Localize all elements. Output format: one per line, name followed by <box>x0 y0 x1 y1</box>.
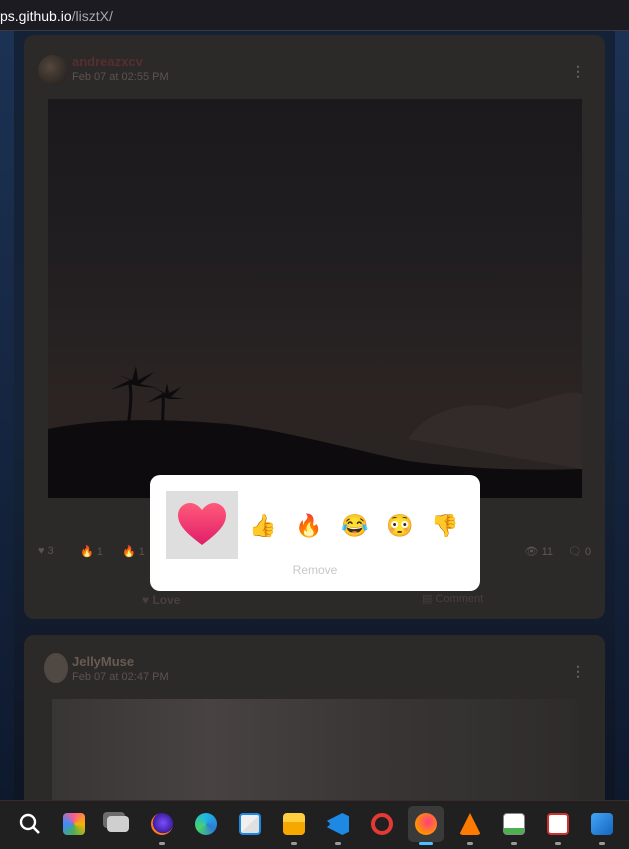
url-text[interactable]: ps.github.io/lisztX/ <box>0 8 113 24</box>
running-indicator <box>335 842 341 845</box>
taskbar-vscode[interactable] <box>320 806 356 845</box>
heart-icon <box>178 503 226 545</box>
running-indicator <box>511 842 517 845</box>
task-view-icon <box>107 816 129 832</box>
vlc-icon <box>459 813 481 835</box>
flushed-face-icon: 😳 <box>386 513 414 538</box>
paint-icon <box>591 813 613 835</box>
taskbar-snipping-tool[interactable] <box>540 806 576 845</box>
running-indicator <box>291 842 297 845</box>
reaction-option-laughing[interactable]: 😂 <box>333 491 377 561</box>
running-indicator <box>599 842 605 845</box>
taskbar <box>0 800 629 849</box>
taskbar-search[interactable] <box>12 806 48 842</box>
remove-reaction-button[interactable]: Remove <box>150 563 480 577</box>
browser-address-bar[interactable]: ps.github.io/lisztX/ <box>0 0 629 31</box>
taskbar-vlc[interactable] <box>452 806 488 845</box>
url-host: ps.github.io <box>0 8 72 24</box>
fire-icon: 🔥 <box>295 513 323 538</box>
search-icon <box>19 813 40 834</box>
reaction-option-fire[interactable]: 🔥 <box>287 491 331 561</box>
taskbar-paint[interactable] <box>584 806 620 845</box>
reaction-option-flushed[interactable]: 😳 <box>378 491 422 561</box>
url-path: /lisztX/ <box>71 8 113 24</box>
vscode-icon <box>327 813 349 835</box>
reaction-option-heart[interactable] <box>166 491 238 559</box>
firefox-active-icon <box>415 813 437 835</box>
file-explorer-icon <box>283 813 305 835</box>
taskbar-task-view[interactable] <box>100 806 136 842</box>
taskbar-notepad[interactable] <box>496 806 532 845</box>
taskbar-firefox[interactable] <box>144 806 180 845</box>
taskbar-store[interactable] <box>232 806 268 842</box>
notepad-icon <box>503 813 525 835</box>
reaction-option-thumbs-up[interactable]: 👍 <box>241 491 285 561</box>
opera-icon <box>371 813 393 835</box>
taskbar-file-explorer[interactable] <box>276 806 312 845</box>
copilot-icon <box>63 813 85 835</box>
laughing-icon: 😂 <box>341 513 369 538</box>
store-icon <box>239 813 261 835</box>
edge-icon <box>195 813 217 835</box>
taskbar-opera[interactable] <box>364 806 400 842</box>
thumbs-down-icon: 👎 <box>431 513 459 538</box>
active-indicator <box>419 842 433 845</box>
reaction-option-thumbs-down[interactable]: 👎 <box>423 491 467 561</box>
taskbar-edge[interactable] <box>188 806 224 842</box>
firefox-icon <box>151 813 173 835</box>
running-indicator <box>159 842 165 845</box>
reaction-picker: 👍 🔥 😂 😳 👎 Remove <box>150 475 480 591</box>
thumbs-up-icon: 👍 <box>249 513 277 538</box>
modal-backdrop[interactable] <box>0 31 629 800</box>
taskbar-firefox-active[interactable] <box>408 806 444 845</box>
snipping-tool-icon <box>547 813 569 835</box>
taskbar-copilot[interactable] <box>56 806 92 842</box>
running-indicator <box>555 842 561 845</box>
running-indicator <box>467 842 473 845</box>
